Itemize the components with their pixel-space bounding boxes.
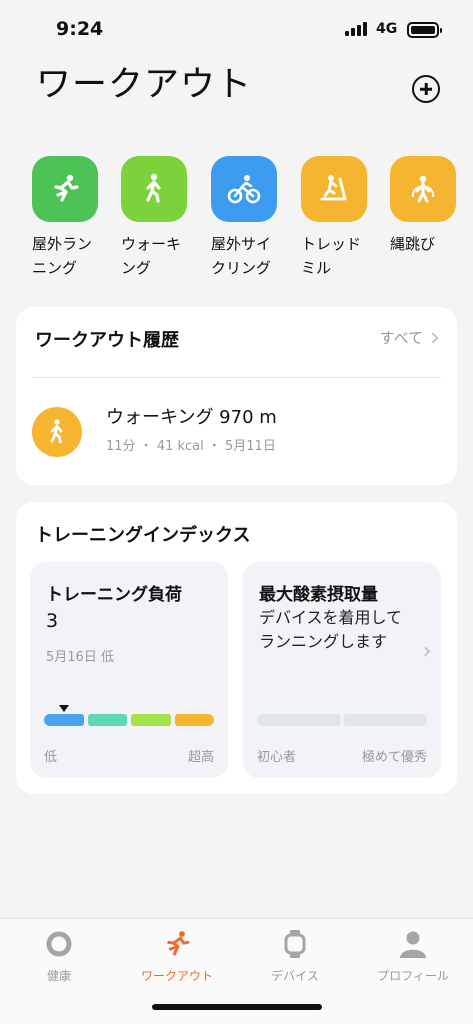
load-segment	[174, 714, 214, 726]
network-type: 4G	[376, 21, 398, 37]
training-load-marker	[59, 705, 70, 712]
workout-history-card: ワークアウト履歴 すべて ウォーキング 970 m 11分 ・ 41 kcal …	[16, 307, 457, 485]
see-all-label: すべて	[379, 329, 423, 347]
running-icon	[162, 929, 192, 959]
running-icon	[32, 156, 98, 222]
tab-workout[interactable]: ワークアウト	[122, 929, 232, 989]
watch-icon	[280, 929, 310, 959]
chevron-right-icon	[427, 331, 439, 344]
training-load-bar	[44, 714, 214, 726]
history-item-title: ウォーキング 970 m	[106, 407, 277, 428]
training-load-card[interactable]: トレーニング負荷 3 5月16日 低 低 超高	[30, 562, 228, 778]
status-bar: 9:24 4G	[0, 0, 473, 52]
load-segment	[44, 714, 84, 726]
workout-type-label: 屋外サイ クリング	[211, 235, 272, 277]
workout-type-walking[interactable]: ウォーキ ング	[121, 156, 201, 280]
treadmill-icon	[301, 156, 367, 222]
see-all-link[interactable]: すべて	[379, 327, 439, 348]
person-icon	[398, 929, 428, 959]
tab-profile[interactable]: プロフィール	[358, 929, 468, 989]
workout-type-label: 屋外ラン ニング	[32, 235, 93, 277]
divider	[32, 377, 441, 378]
scale-high-label: 超高	[187, 750, 214, 765]
home-indicator	[152, 1004, 322, 1010]
workout-type-list: 屋外ラン ニング ウォーキ ング 屋外サイ クリング トレッド ミル 縄跳び	[32, 156, 473, 286]
training-load-title: トレーニング負荷	[46, 585, 182, 605]
training-load-date: 5月16日 低	[46, 650, 114, 665]
training-load-value: 3	[46, 610, 59, 632]
tab-label: 健康	[46, 969, 71, 983]
vo2-segment	[344, 714, 427, 726]
vo2-max-title: 最大酸素摂取量	[259, 585, 378, 605]
tab-health[interactable]: 健康	[4, 929, 114, 989]
add-workout-button[interactable]	[412, 75, 440, 103]
workout-type-label: 縄跳び	[390, 235, 436, 253]
load-segment	[131, 714, 171, 726]
vo2-max-card[interactable]: 最大酸素摂取量 デバイスを着用してランニングします 初心者 極めて優秀	[243, 562, 441, 778]
tab-label: プロフィール	[377, 969, 449, 983]
scale-low-label: 初心者	[257, 750, 297, 765]
vo2-max-description: デバイスを着用してランニングします	[259, 608, 403, 651]
battery-icon	[407, 22, 442, 38]
tab-label: デバイス	[271, 969, 319, 983]
workout-type-label: トレッド ミル	[301, 235, 362, 277]
page-title: ワークアウト	[36, 65, 253, 105]
workout-type-jump-rope[interactable]: 縄跳び	[390, 156, 470, 256]
scale-high-label: 極めて優秀	[361, 750, 427, 765]
walking-icon	[32, 407, 82, 457]
tab-label: ワークアウト	[140, 969, 213, 983]
vo2-max-bar	[257, 714, 427, 726]
health-ring-icon	[44, 929, 74, 959]
training-index-card: トレーニングインデックス トレーニング負荷 3 5月16日 低 低 超高 最大酸…	[16, 502, 457, 794]
signal-icon	[345, 22, 367, 36]
tab-device[interactable]: デバイス	[240, 929, 350, 989]
training-index-title: トレーニングインデックス	[35, 525, 251, 546]
chevron-right-icon	[420, 640, 431, 659]
workout-type-outdoor-running[interactable]: 屋外ラン ニング	[32, 156, 112, 280]
load-segment	[87, 714, 127, 726]
workout-type-label: ウォーキ ング	[121, 235, 182, 277]
history-title: ワークアウト履歴	[35, 330, 179, 351]
jump-rope-icon	[390, 156, 456, 222]
workout-type-treadmill[interactable]: トレッド ミル	[301, 156, 381, 280]
cycling-icon	[211, 156, 277, 222]
history-item-subtitle: 11分 ・ 41 kcal ・ 5月11日	[106, 439, 276, 454]
scale-low-label: 低	[44, 750, 58, 765]
history-list-item[interactable]: ウォーキング 970 m 11分 ・ 41 kcal ・ 5月11日	[32, 403, 441, 463]
walking-icon	[121, 156, 187, 222]
vo2-segment	[257, 714, 340, 726]
workout-type-outdoor-cycling[interactable]: 屋外サイ クリング	[211, 156, 291, 280]
status-time: 9:24	[56, 18, 104, 40]
